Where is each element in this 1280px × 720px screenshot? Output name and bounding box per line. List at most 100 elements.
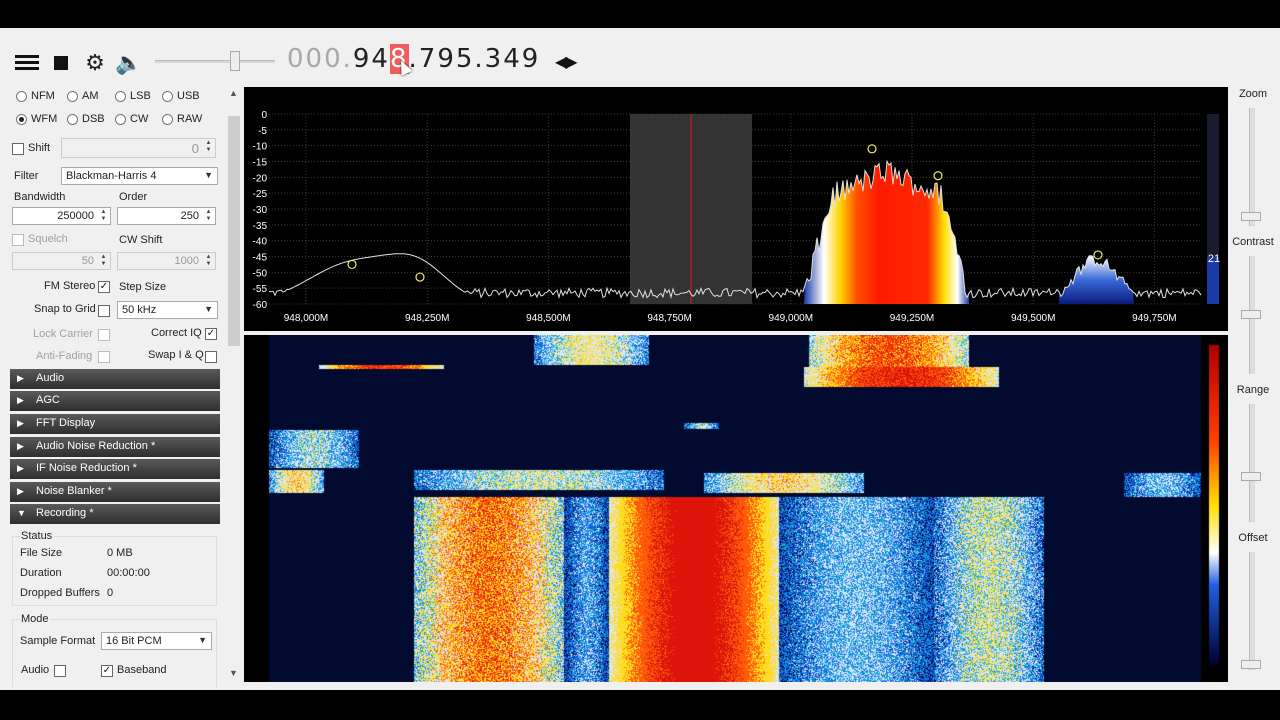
mode-lsb[interactable]: LSB [115,90,151,102]
section-agc[interactable]: ▶ AGC [10,391,220,411]
shift-checkbox[interactable] [12,143,24,155]
radio-dot[interactable] [16,90,27,102]
frequency-digits-pre[interactable]: 94 [353,44,390,74]
mode-raw[interactable]: RAW [162,113,202,125]
section-label: IF Noise Reduction * [36,462,137,474]
order-input[interactable]: 250 ▲ ▼ [117,207,216,225]
spin-arrows-icon[interactable]: ▲ ▼ [98,209,109,223]
contrast-label: Contrast [1232,236,1274,248]
frequency-digits-post[interactable]: .795.349 [409,44,541,74]
x-tick-label: 948,500M [526,313,570,324]
mode-wfm[interactable]: WFM [16,113,57,125]
mode-cw[interactable]: CW [115,113,148,125]
radio-dot[interactable] [115,90,126,102]
order-value: 250 [180,210,199,222]
waterfall-display[interactable] [244,335,1228,682]
section-label: FFT Display [36,417,96,429]
mode-usb[interactable]: USB [162,90,200,102]
cw-shift-label: CW Shift [119,234,163,246]
frequency-display[interactable]: 000.948.795.349 [287,44,540,74]
section-audio[interactable]: ▶ Audio [10,369,220,389]
status-title: Status [20,530,54,542]
radio-dot[interactable] [162,90,173,102]
spectrum-plot[interactable]: 0 -5 -10 -15 -20 -25 -30 -35 -40 -45 -50 -55 -60 948… [244,87,1228,331]
tune-arrows-icon[interactable]: ◀▶ [555,52,578,72]
offset-slider-thumb[interactable] [1241,660,1261,669]
sample-format-value: 16 Bit PCM [106,635,162,647]
mode-nfm[interactable]: NFM [16,90,55,102]
fm-stereo-label: FM Stereo [44,280,96,292]
duration-value: 00:00:00 [107,567,150,579]
cw-shift-value: 1000 [174,255,199,267]
dropped-buffers-value: 0 [107,587,114,599]
correct-iq-checkbox[interactable]: ✓ [205,328,217,340]
file-size-label: File Size [20,547,63,559]
spin-arrows-icon[interactable]: ▲ ▼ [203,254,214,268]
filter-select[interactable]: Blackman-Harris 4 ▼ [61,167,218,185]
spin-arrows-icon[interactable]: ▲ ▼ [98,254,109,268]
scroll-down-icon[interactable]: ▼ [229,668,238,678]
y-tick-label: 0 [261,110,267,121]
spin-arrows-icon[interactable]: ▲ ▼ [203,140,214,154]
spin-arrows-icon[interactable]: ▲ ▼ [203,209,214,223]
baseband-checkbox[interactable]: ✓ [101,665,113,677]
audio-record-checkbox[interactable] [54,665,66,677]
zoom-slider-thumb[interactable] [1241,212,1261,221]
step-size-select[interactable]: 50 kHz ▼ [117,301,218,319]
fm-stereo-checkbox[interactable]: ✓ [98,281,110,293]
radio-dot[interactable] [67,113,78,125]
shift-input[interactable]: 0 ▲ ▼ [61,138,216,158]
gear-icon[interactable]: ⚙ [82,50,108,76]
sample-format-select[interactable]: 16 Bit PCM ▼ [101,632,212,650]
contrast-slider-thumb[interactable] [1241,310,1261,319]
speaker-icon[interactable]: 🔈 [115,50,142,76]
swap-iq-label: Swap I & Q [148,349,204,361]
squelch-input[interactable]: 50 ▲ ▼ [12,252,111,270]
radio-dot[interactable] [16,113,27,125]
scroll-up-icon[interactable]: ▲ [229,88,238,98]
squelch-value: 50 [81,255,94,267]
waterfall-canvas[interactable] [244,335,1228,682]
section-audio-noise-reduction[interactable]: ▶ Audio Noise Reduction * [10,437,220,457]
scrollbar-thumb[interactable] [228,116,240,346]
lock-carrier-label: Lock Carrier [33,328,93,340]
order-label: Order [119,191,148,203]
range-slider-thumb[interactable] [1241,472,1261,481]
left-panel-scrollbar[interactable]: ▲ ▼ [227,86,241,690]
radio-dot[interactable] [67,90,78,102]
mode-label: WFM [31,113,58,125]
range-slider[interactable] [1249,404,1255,522]
offset-slider[interactable] [1249,552,1255,670]
zoom-slider[interactable] [1249,108,1255,226]
section-if-noise-reduction[interactable]: ▶ IF Noise Reduction * [10,459,220,479]
x-tick-label: 949,750M [1132,313,1176,324]
snap-to-grid-checkbox[interactable] [98,305,110,317]
spectrum-display[interactable]: 0 -5 -10 -15 -20 -25 -30 -35 -40 -45 -50 -55 -60 948… [244,87,1228,331]
collapse-triangle-icon: ▼ [17,508,26,518]
menu-icon[interactable] [14,50,40,76]
chevron-down-icon: ▼ [204,170,213,180]
bandwidth-input[interactable]: 250000 ▲ ▼ [12,207,111,225]
radio-dot[interactable] [162,113,173,125]
mode-am[interactable]: AM [67,90,99,102]
cw-shift-input[interactable]: 1000 ▲ ▼ [117,252,216,270]
section-recording[interactable]: ▼ Recording * [10,504,220,524]
volume-slider-thumb[interactable] [229,51,240,71]
expand-triangle-icon: ▶ [17,486,24,496]
y-tick-label: -20 [253,173,268,184]
swap-iq-checkbox[interactable] [205,351,217,363]
bandwidth-label: Bandwidth [14,191,66,203]
section-fft-display[interactable]: ▶ FFT Display [10,414,220,434]
radio-dot[interactable] [115,113,126,125]
volume-slider[interactable] [155,51,275,71]
step-size-value: 50 kHz [122,304,157,316]
y-tick-label: -45 [253,253,268,264]
anti-fading-checkbox[interactable] [98,351,110,363]
section-noise-blanker[interactable]: ▶ Noise Blanker * [10,482,220,502]
stop-icon[interactable] [48,50,74,76]
y-tick-label: -10 [253,142,268,153]
lock-carrier-checkbox[interactable] [98,329,110,341]
shift-label: Shift [28,142,51,154]
mode-dsb[interactable]: DSB [67,113,105,125]
squelch-checkbox[interactable] [12,234,24,246]
